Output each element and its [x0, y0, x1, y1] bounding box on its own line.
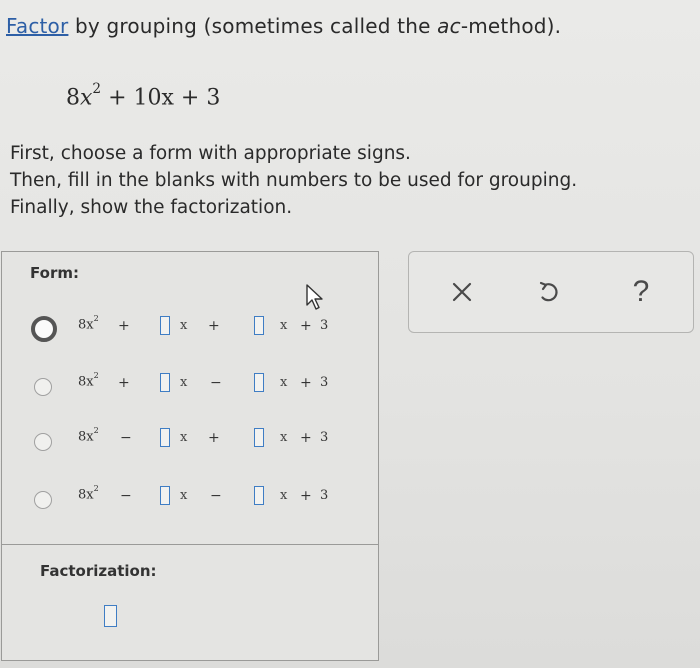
x-variable: x: [280, 430, 288, 445]
polynomial-expression: 8x2 + 10x + 3: [66, 81, 221, 111]
operator: +: [300, 488, 312, 504]
constant-term: 3: [320, 488, 329, 503]
factorization-label: Factorization:: [40, 562, 157, 580]
lead-term: 8x2: [78, 371, 99, 390]
help-icon: ?: [632, 275, 650, 308]
constant-term: 3: [320, 430, 329, 445]
expr-exp: 2: [92, 81, 102, 98]
form-option-row: 8x2 + x + x + 3: [2, 310, 378, 350]
expr-var: x: [80, 85, 93, 111]
help-button[interactable]: ?: [623, 274, 659, 310]
operator: +: [208, 430, 220, 446]
lead-term: 8x2: [78, 484, 99, 503]
coefficient-blank[interactable]: [254, 486, 264, 505]
form-radio-2[interactable]: [34, 378, 52, 396]
coefficient-blank[interactable]: [254, 428, 264, 447]
coefficient-blank[interactable]: [160, 428, 170, 447]
x-variable: x: [180, 488, 188, 503]
instruction-line: Finally, show the factorization.: [10, 197, 293, 218]
coefficient-blank[interactable]: [254, 316, 264, 335]
operator: +: [118, 375, 130, 391]
form-radio-4[interactable]: [34, 491, 52, 509]
x-variable: x: [180, 375, 188, 390]
form-radio-3[interactable]: [34, 433, 52, 451]
close-icon: [452, 282, 472, 302]
prompt-text-2: -method).: [460, 14, 562, 38]
operator: −: [210, 488, 222, 504]
x-variable: x: [280, 375, 288, 390]
tool-panel: ?: [408, 251, 694, 333]
problem-prompt: Factor by grouping (sometimes called the…: [6, 14, 561, 38]
panel-divider: [2, 544, 378, 545]
lead-term: 8x2: [78, 314, 99, 333]
factorization-blank[interactable]: [104, 605, 117, 627]
expr-coef: 8: [66, 85, 80, 111]
operator: +: [118, 318, 130, 334]
constant-term: 3: [320, 375, 329, 390]
undo-icon: [539, 281, 558, 302]
form-option-row: 8x2 + x − x + 3: [2, 367, 378, 407]
operator: −: [210, 375, 222, 391]
operator: +: [300, 318, 312, 334]
operator: +: [300, 375, 312, 391]
form-label: Form:: [30, 264, 79, 282]
lead-term: 8x2: [78, 426, 99, 445]
operator: +: [208, 318, 220, 334]
instruction-line: First, choose a form with appropriate si…: [10, 143, 411, 164]
operator: −: [120, 488, 132, 504]
prompt-text-1: by grouping (sometimes called the: [68, 14, 438, 38]
factor-link[interactable]: Factor: [6, 14, 68, 38]
operator: −: [120, 430, 132, 446]
coefficient-blank[interactable]: [254, 373, 264, 392]
undo-button[interactable]: [531, 274, 567, 310]
instructions: First, choose a form with appropriate si…: [10, 140, 577, 221]
constant-term: 3: [320, 318, 329, 333]
form-radio-1[interactable]: [31, 316, 57, 342]
page: Factor by grouping (sometimes called the…: [0, 0, 700, 668]
form-option-row: 8x2 − x − x + 3: [2, 480, 378, 520]
mouse-cursor-icon: [306, 284, 323, 310]
prompt-italic: ac: [437, 14, 461, 38]
x-variable: x: [180, 430, 188, 445]
clear-button[interactable]: [444, 274, 480, 310]
expr-rest: + 10x + 3: [101, 85, 221, 111]
coefficient-blank[interactable]: [160, 373, 170, 392]
operator: +: [300, 430, 312, 446]
instruction-line: Then, fill in the blanks with numbers to…: [10, 170, 578, 191]
x-variable: x: [180, 318, 188, 333]
coefficient-blank[interactable]: [160, 486, 170, 505]
x-variable: x: [280, 318, 288, 333]
x-variable: x: [280, 488, 288, 503]
form-option-row: 8x2 − x + x + 3: [2, 422, 378, 462]
coefficient-blank[interactable]: [160, 316, 170, 335]
